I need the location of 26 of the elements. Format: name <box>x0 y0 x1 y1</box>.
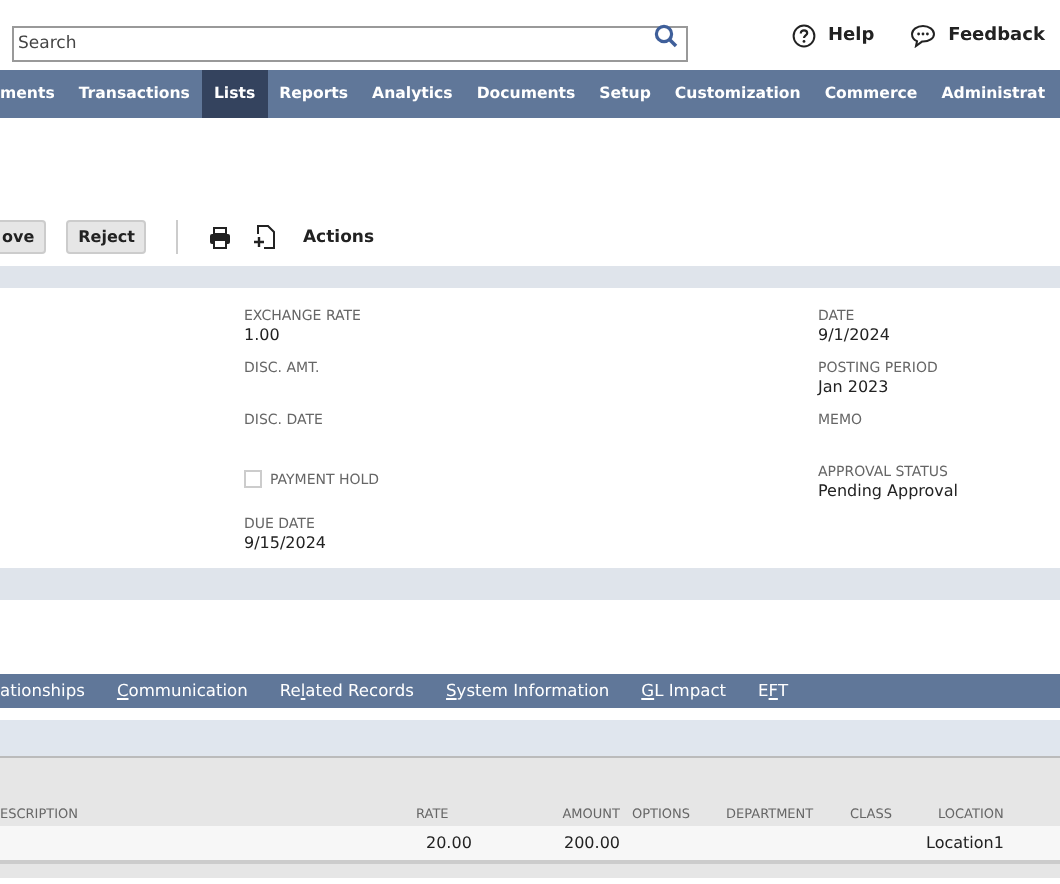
document-arrow-icon[interactable] <box>252 224 277 250</box>
table-cell: 20.00 <box>426 834 472 852</box>
field-value: 9/1/2024 <box>818 326 892 344</box>
toolbar-button[interactable]: Reject <box>66 220 147 254</box>
toolbar-button[interactable]: ove <box>0 220 47 254</box>
subtab[interactable]: Communication <box>116 674 248 708</box>
subtab[interactable]: ationships <box>0 674 85 708</box>
search-icon <box>654 23 678 47</box>
subtab[interactable]: GL Impact <box>641 674 727 708</box>
checkbox[interactable] <box>244 470 262 488</box>
subtab[interactable]: EFT <box>758 674 789 708</box>
subtab[interactable]: Related Records <box>279 674 415 708</box>
feedback-link[interactable]: Feedback <box>910 23 1045 47</box>
print-icon[interactable] <box>208 225 233 249</box>
field-value: Pending Approval <box>818 482 959 500</box>
search-field[interactable]: Search <box>12 25 688 61</box>
actions-menu[interactable]: Actions <box>302 227 375 247</box>
field-value: Jan 2023 <box>818 378 891 396</box>
help-icon <box>792 23 816 47</box>
table-cell: 200.00 <box>564 834 620 852</box>
field-value: 1.00 <box>244 326 282 344</box>
table-cell: Location1 <box>926 834 1004 852</box>
field-value: 9/15/2024 <box>244 534 329 552</box>
chat-bubble-icon <box>910 23 937 47</box>
subtab[interactable]: System Information <box>446 674 610 708</box>
help-link[interactable]: Help <box>792 23 875 47</box>
